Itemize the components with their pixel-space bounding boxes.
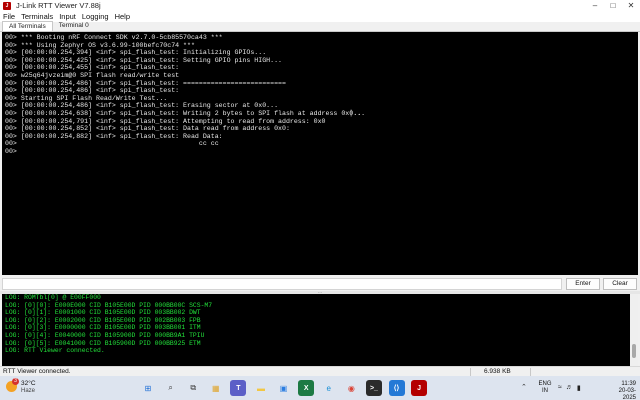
- status-divider: [530, 368, 531, 376]
- terminal-line: 00> cc cc: [5, 140, 219, 148]
- clock-time: 11:39: [621, 381, 636, 387]
- jlink-app-icon: J: [3, 1, 11, 10]
- excel-icon[interactable]: X: [298, 380, 315, 396]
- terminal-line: 00> [00:00:00.254,455] <inf> spi_flash_t…: [5, 64, 180, 72]
- log-line: LOG: [0][1]: E0001000 CID B105E00D PID 0…: [5, 309, 201, 317]
- weather-temperature: 32°C: [21, 380, 36, 387]
- chrome-icon[interactable]: ◉: [343, 380, 359, 396]
- terminal-line: 00> Starting SPI Flash Read/Write Test..…: [5, 94, 168, 102]
- window-title: J-Link RTT Viewer V7.88j: [16, 1, 101, 10]
- log-output[interactable]: LOG: ROMTbl[0] @ E00FF000 LOG: [0][0]: E0…: [2, 294, 630, 366]
- log-line: LOG: [0][5]: E0041000 CID B105900D PID 0…: [5, 339, 201, 347]
- store-icon[interactable]: ▣: [276, 380, 292, 396]
- windows-taskbar: 3 32°C Haze ⊞ ⌕ ⧉ ▦ T ▬ ▣ Xe ◉ >_ ⟨⟩ J ⌃ ENG IN ≈ ♬…: [0, 376, 640, 400]
- tray-chevron-icon[interactable]: ⌃: [521, 383, 529, 399]
- log-line: LOG: [0][2]: E0002000 CID B105E00D PID 0…: [5, 316, 201, 324]
- clear-button[interactable]: Clear: [603, 278, 637, 290]
- terminal-line: 00> [00:00:00.254,425] <inf> spi_flash_t…: [5, 56, 282, 64]
- log-scrollbar[interactable]: [630, 294, 638, 366]
- menu-terminals[interactable]: Terminals: [21, 12, 53, 21]
- enter-button[interactable]: Enter: [566, 278, 600, 290]
- notification-badge: 3: [12, 378, 19, 385]
- log-line: LOG: ROMTbl[0] @ E00FF000: [5, 294, 101, 301]
- terminal-line: 00> *** Booting nRF Connect SDK v2.7.0-5…: [5, 34, 223, 41]
- log-scrollbar-thumb[interactable]: [632, 344, 636, 358]
- taskbar-apps: ⊞ ⌕ ⧉ ▦ T ▬ ▣ Xe ◉ >_ ⟨⟩ J: [140, 380, 434, 396]
- teams-icon[interactable]: T: [230, 380, 247, 396]
- terminal-tabs: All Terminals Terminal 0: [0, 21, 640, 32]
- menu-logging[interactable]: Logging: [82, 12, 109, 21]
- window-controls: – □ ✕: [586, 0, 640, 11]
- menu-input[interactable]: Input: [59, 12, 76, 21]
- system-clock[interactable]: 11:39 20-03-2025: [610, 381, 636, 400]
- explorer-icon[interactable]: ▬: [253, 380, 269, 396]
- close-icon[interactable]: ✕: [622, 0, 640, 11]
- terminal-icon[interactable]: >_: [365, 380, 382, 396]
- search-icon[interactable]: ⌕: [163, 380, 179, 396]
- terminal-line: 00> [00:00:00.254,882] <inf> spi_flash_t…: [5, 132, 223, 140]
- menu-bar: File Terminals Input Logging Help: [0, 11, 640, 22]
- terminal-line: 00> [00:00:00.254,486] <inf> spi_flash_t…: [5, 79, 286, 87]
- menu-file[interactable]: File: [3, 12, 15, 21]
- edge-icon[interactable]: e: [321, 380, 337, 396]
- tab-terminal-0[interactable]: Terminal 0: [53, 21, 95, 31]
- log-line: LOG: [0][3]: E0000000 CID B105E00D PID 0…: [5, 324, 201, 332]
- task-view-icon[interactable]: ⧉: [185, 380, 201, 396]
- terminal-line: 00> w25q64jvzeim@0 SPI flash read/write …: [5, 71, 180, 79]
- log-line: LOG: RTT Viewer connected.: [5, 347, 105, 355]
- start-icon[interactable]: ⊞: [140, 380, 156, 396]
- command-input[interactable]: [2, 278, 562, 290]
- language-indicator[interactable]: ENG IN: [537, 381, 553, 397]
- battery-icon[interactable]: ▮: [577, 384, 581, 400]
- terminal-line: 00> [00:00:00.254,638] <inf> spi_flash_t…: [5, 109, 366, 117]
- wifi-icon[interactable]: ≈: [558, 384, 562, 400]
- language-code: ENG: [538, 381, 552, 387]
- weather-widget[interactable]: 3 32°C Haze: [6, 378, 50, 397]
- widgets-icon[interactable]: ▦: [208, 380, 224, 396]
- weather-description: Haze: [21, 388, 36, 394]
- system-tray: ≈ ♬ ▮: [558, 384, 585, 400]
- maximize-icon[interactable]: □: [604, 0, 622, 11]
- language-region: IN: [542, 388, 548, 394]
- status-bar: RTT Viewer connected. 6.938 KB: [0, 366, 640, 376]
- minimize-icon[interactable]: –: [586, 0, 604, 11]
- terminal-line: 00> [00:00:00.254,394] <inf> spi_flash_t…: [5, 49, 267, 57]
- vscode-icon[interactable]: ⟨⟩: [388, 380, 405, 396]
- terminal-line: 00> *** Using Zephyr OS v3.6.99-100befc7…: [5, 41, 195, 49]
- data-size: 6.938 KB: [484, 368, 511, 375]
- terminal-line: 00> [00:00:00.254,791] <inf> spi_flash_t…: [5, 117, 326, 125]
- jlink-icon[interactable]: J: [411, 380, 428, 396]
- terminal-line: 00> [00:00:00.254,486] <inf> spi_flash_t…: [5, 102, 279, 110]
- tab-all-terminals[interactable]: All Terminals: [2, 21, 53, 31]
- log-line: LOG: [0][4]: E0040000 CID B105900D PID 0…: [5, 331, 205, 339]
- text-cursor: |..: [349, 110, 362, 118]
- log-line: LOG: [0][0]: E000E000 CID B105E00D PID 0…: [5, 301, 213, 309]
- terminal-line: 00>: [5, 147, 17, 155]
- clock-date: 20-03-2025: [618, 388, 636, 400]
- title-bar: J J-Link RTT Viewer V7.88j – □ ✕: [0, 0, 640, 11]
- menu-help[interactable]: Help: [115, 12, 130, 21]
- terminal-line: 00> [00:00:00.254,486] <inf> spi_flash_t…: [5, 87, 180, 95]
- terminal-line: 00> [00:00:00.254,852] <inf> spi_flash_t…: [5, 125, 290, 133]
- terminal-output[interactable]: 00> *** Booting nRF Connect SDK v2.7.0-5…: [2, 32, 638, 275]
- volume-icon[interactable]: ♬: [566, 384, 573, 400]
- connection-status: RTT Viewer connected.: [3, 368, 71, 375]
- status-divider: [470, 368, 471, 376]
